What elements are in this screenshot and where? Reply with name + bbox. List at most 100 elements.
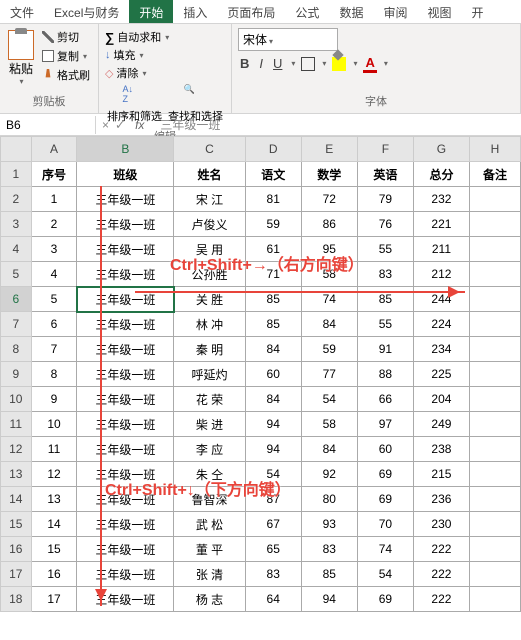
tab-5[interactable]: 公式 — [285, 0, 329, 23]
tab-6[interactable]: 数据 — [329, 0, 373, 23]
tab-3[interactable]: 插入 — [173, 0, 217, 23]
col-header-D[interactable]: D — [245, 137, 301, 162]
cell-A9[interactable]: 8 — [31, 362, 77, 387]
header-cell[interactable]: 总分 — [413, 162, 469, 187]
cell-F14[interactable]: 69 — [357, 487, 413, 512]
cell-D17[interactable]: 83 — [245, 562, 301, 587]
cell-A15[interactable]: 14 — [31, 512, 77, 537]
cell-H10[interactable] — [469, 387, 520, 412]
cell-G13[interactable]: 215 — [413, 462, 469, 487]
cell-E10[interactable]: 54 — [301, 387, 357, 412]
cell-F2[interactable]: 79 — [357, 187, 413, 212]
cell-E17[interactable]: 85 — [301, 562, 357, 587]
cell-D4[interactable]: 61 — [245, 237, 301, 262]
cell-C17[interactable]: 张 清 — [174, 562, 245, 587]
row-header-5[interactable]: 5 — [1, 262, 32, 287]
cell-A18[interactable]: 17 — [31, 587, 77, 612]
copy-button[interactable]: 复制▾ — [40, 47, 92, 65]
cell-C2[interactable]: 宋 江 — [174, 187, 245, 212]
cell-D9[interactable]: 60 — [245, 362, 301, 387]
cell-D13[interactable]: 54 — [245, 462, 301, 487]
header-cell[interactable]: 班级 — [77, 162, 174, 187]
cell-D16[interactable]: 65 — [245, 537, 301, 562]
cell-B9[interactable]: 三年级一班 — [77, 362, 174, 387]
cell-G6[interactable]: 244 — [413, 287, 469, 312]
cell-D6[interactable]: 85 — [245, 287, 301, 312]
cell-C6[interactable]: 关 胜 — [174, 287, 245, 312]
row-header-16[interactable]: 16 — [1, 537, 32, 562]
cell-E16[interactable]: 83 — [301, 537, 357, 562]
accept-formula-icon[interactable]: ✓ — [115, 118, 125, 132]
cell-A3[interactable]: 2 — [31, 212, 77, 237]
row-header-14[interactable]: 14 — [1, 487, 32, 512]
select-all-corner[interactable] — [1, 137, 32, 162]
cell-G12[interactable]: 238 — [413, 437, 469, 462]
cell-G10[interactable]: 204 — [413, 387, 469, 412]
font-name-select[interactable]: 宋体▾ — [238, 28, 338, 51]
cell-F8[interactable]: 91 — [357, 337, 413, 362]
cell-F12[interactable]: 60 — [357, 437, 413, 462]
cell-G3[interactable]: 221 — [413, 212, 469, 237]
row-header-9[interactable]: 9 — [1, 362, 32, 387]
cell-H7[interactable] — [469, 312, 520, 337]
paste-button[interactable]: 粘贴 ▾ — [6, 28, 36, 88]
col-header-F[interactable]: F — [357, 137, 413, 162]
cell-D10[interactable]: 84 — [245, 387, 301, 412]
cell-E15[interactable]: 93 — [301, 512, 357, 537]
cell-B13[interactable]: 三年级一班 — [77, 462, 174, 487]
cell-E5[interactable]: 58 — [301, 262, 357, 287]
cell-B5[interactable]: 三年级一班 — [77, 262, 174, 287]
cell-B8[interactable]: 三年级一班 — [77, 337, 174, 362]
autosum-button[interactable]: ∑自动求和▾ — [105, 28, 225, 46]
cell-F10[interactable]: 66 — [357, 387, 413, 412]
cell-A16[interactable]: 15 — [31, 537, 77, 562]
cell-B18[interactable]: 三年级一班 — [77, 587, 174, 612]
cell-E4[interactable]: 95 — [301, 237, 357, 262]
cell-G18[interactable]: 222 — [413, 587, 469, 612]
cell-F4[interactable]: 55 — [357, 237, 413, 262]
cell-G2[interactable]: 232 — [413, 187, 469, 212]
cell-E14[interactable]: 80 — [301, 487, 357, 512]
format-painter-button[interactable]: 格式刷 — [40, 66, 92, 84]
cell-E13[interactable]: 92 — [301, 462, 357, 487]
col-header-G[interactable]: G — [413, 137, 469, 162]
col-header-C[interactable]: C — [174, 137, 245, 162]
cell-B7[interactable]: 三年级一班 — [77, 312, 174, 337]
cell-G5[interactable]: 212 — [413, 262, 469, 287]
cell-D5[interactable]: 71 — [245, 262, 301, 287]
row-header-6[interactable]: 6 — [1, 287, 32, 312]
cell-D12[interactable]: 94 — [245, 437, 301, 462]
cell-F18[interactable]: 69 — [357, 587, 413, 612]
cell-H11[interactable] — [469, 412, 520, 437]
cell-A11[interactable]: 10 — [31, 412, 77, 437]
cell-H3[interactable] — [469, 212, 520, 237]
tab-7[interactable]: 审阅 — [373, 0, 417, 23]
cell-G11[interactable]: 249 — [413, 412, 469, 437]
tab-9[interactable]: 开 — [461, 0, 493, 23]
cell-F6[interactable]: 85 — [357, 287, 413, 312]
tab-0[interactable]: 文件 — [0, 0, 44, 23]
cell-H9[interactable] — [469, 362, 520, 387]
cell-D3[interactable]: 59 — [245, 212, 301, 237]
col-header-A[interactable]: A — [31, 137, 77, 162]
header-cell[interactable]: 备注 — [469, 162, 520, 187]
row-header-18[interactable]: 18 — [1, 587, 32, 612]
cell-H6[interactable] — [469, 287, 520, 312]
cell-A12[interactable]: 11 — [31, 437, 77, 462]
cell-G15[interactable]: 230 — [413, 512, 469, 537]
cell-C14[interactable]: 鲁智深 — [174, 487, 245, 512]
cell-D11[interactable]: 94 — [245, 412, 301, 437]
row-header-11[interactable]: 11 — [1, 412, 32, 437]
row-header-8[interactable]: 8 — [1, 337, 32, 362]
cell-F5[interactable]: 83 — [357, 262, 413, 287]
cell-A5[interactable]: 4 — [31, 262, 77, 287]
row-header-2[interactable]: 2 — [1, 187, 32, 212]
cell-F15[interactable]: 70 — [357, 512, 413, 537]
italic-button[interactable]: I — [257, 54, 265, 73]
cell-C8[interactable]: 秦 明 — [174, 337, 245, 362]
cell-G16[interactable]: 222 — [413, 537, 469, 562]
clear-button[interactable]: ◇清除▾ — [105, 64, 225, 82]
cell-C9[interactable]: 呼延灼 — [174, 362, 245, 387]
cell-H18[interactable] — [469, 587, 520, 612]
tab-8[interactable]: 视图 — [417, 0, 461, 23]
